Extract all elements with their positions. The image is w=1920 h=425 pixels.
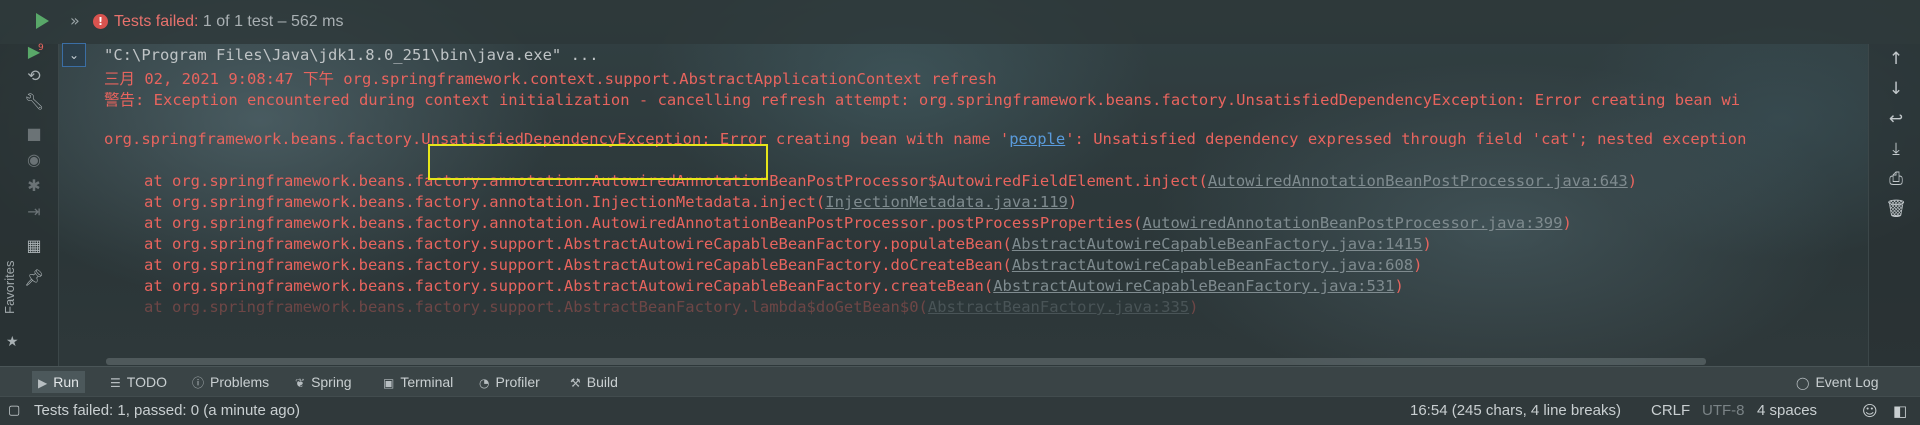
indent-setting[interactable]: 4 spaces xyxy=(1757,402,1817,419)
scroll-to-end-icon[interactable]: ⤓ xyxy=(1885,138,1907,160)
rerun-badge: 9 xyxy=(38,43,44,53)
play-icon: ▶ xyxy=(38,376,48,390)
test-status-detail: 1 of 1 test – 562 ms xyxy=(198,13,344,30)
console-line: 警告: Exception encountered during context… xyxy=(104,91,1741,109)
stack-frame: at org.springframework.beans.factory.ann… xyxy=(144,172,1637,190)
console-output[interactable]: "C:\Program Files\Java\jdk1.8.0_251\bin\… xyxy=(86,44,1868,366)
layout-icon[interactable]: ▦ xyxy=(24,236,44,256)
info-icon: ⓘ xyxy=(192,376,205,390)
tab-spring[interactable]: ❦ Spring xyxy=(289,371,358,393)
stack-frame: at org.springframework.beans.factory.ann… xyxy=(144,193,1077,211)
tab-todo-label: TODO xyxy=(126,374,167,390)
stack-frame-link[interactable]: AbstractAutowireCapableBeanFactory.java:… xyxy=(1012,235,1423,253)
stack-frame-close: ) xyxy=(1413,256,1423,274)
exception-line: org.springframework.beans.factory.Unsati… xyxy=(104,130,1746,148)
caret-position[interactable]: 16:54 (245 chars, 4 line breaks) xyxy=(1410,402,1621,419)
event-log-label: Event Log xyxy=(1815,374,1879,390)
test-status-strong: Tests failed: xyxy=(114,13,199,30)
tab-problems[interactable]: ⓘ Problems xyxy=(186,371,275,393)
stack-frame-link[interactable]: AutowiredAnnotationBeanPostProcessor.jav… xyxy=(1208,172,1628,190)
pin-icon[interactable]: 📌︎ xyxy=(24,268,44,288)
stack-frame: at org.springframework.beans.factory.sup… xyxy=(144,256,1422,274)
terminal-icon: ▣ xyxy=(383,376,395,390)
bean-link[interactable]: people xyxy=(1009,130,1065,148)
rerun-play-icon[interactable] xyxy=(36,13,49,29)
speech-bubble-icon: ◯ xyxy=(1796,376,1810,390)
tab-run[interactable]: ▶ Run xyxy=(32,371,85,393)
stack-frame-close: ) xyxy=(1394,277,1404,295)
stack-frame-link[interactable]: AbstractBeanFactory.java:335 xyxy=(928,298,1189,316)
line-separator[interactable]: CRLF xyxy=(1651,402,1690,419)
stack-frame: at org.springframework.beans.factory.sup… xyxy=(144,277,1404,295)
list-icon: ☰ xyxy=(110,376,121,390)
print-icon[interactable]: ⎙ xyxy=(1885,168,1907,190)
console-right-toolbar: ↑ ↓ ↩ ⤓ ⎙ 🗑︎ xyxy=(1868,44,1920,366)
memory-indicator-icon[interactable]: ◧ xyxy=(1893,402,1907,420)
console-line: 三月 02, 2021 9:08:47 下午 org.springframewo… xyxy=(104,70,997,88)
stack-frame-text: at org.springframework.beans.factory.sup… xyxy=(144,298,928,316)
stack-frame-text: at org.springframework.beans.factory.ann… xyxy=(144,193,826,211)
profiler-icon: ◔ xyxy=(479,376,490,390)
tab-terminal[interactable]: ▣ Terminal xyxy=(377,371,459,393)
chevron-down-icon[interactable]: ⌄ xyxy=(62,43,86,67)
stack-frame-link[interactable]: InjectionMetadata.java:119 xyxy=(825,193,1068,211)
inspector-icon[interactable]: ☺ xyxy=(1862,402,1878,420)
console-line: "C:\Program Files\Java\jdk1.8.0_251\bin\… xyxy=(104,46,599,64)
stack-frame-link[interactable]: AbstractAutowireCapableBeanFactory.java:… xyxy=(993,277,1394,295)
soft-wrap-icon[interactable]: ↩ xyxy=(1885,108,1907,130)
tab-profiler[interactable]: ◔ Profiler xyxy=(473,371,546,393)
stack-frame-text: at org.springframework.beans.factory.sup… xyxy=(144,235,1012,253)
stack-frame: at org.springframework.beans.factory.sup… xyxy=(144,235,1432,253)
bug-icon[interactable]: ✱ xyxy=(24,176,44,196)
stack-frame-text: at org.springframework.beans.factory.sup… xyxy=(144,256,1012,274)
tab-profiler-label: Profiler xyxy=(495,374,540,390)
tab-terminal-label: Terminal xyxy=(400,374,454,390)
test-failed-icon: ! xyxy=(93,14,108,29)
favorites-label[interactable]: Favorites xyxy=(2,261,17,314)
star-icon[interactable]: ★ xyxy=(6,334,19,350)
event-log-button[interactable]: ◯ Event Log xyxy=(1790,371,1885,393)
rerun-failed-icon[interactable]: ▶ 9 xyxy=(24,42,44,62)
leaf-icon: ❦ xyxy=(295,376,306,390)
status-bar: ▢ Tests failed: 1, passed: 0 (a minute a… xyxy=(0,396,1920,425)
arrow-up-icon[interactable]: ↑ xyxy=(1885,48,1907,70)
status-message[interactable]: Tests failed: 1, passed: 0 (a minute ago… xyxy=(34,402,300,419)
stack-frame-close: ) xyxy=(1422,235,1432,253)
stack-frame: at org.springframework.beans.factory.ann… xyxy=(144,214,1572,232)
tool-window-tabs: ▶ Run ☰ TODO ⓘ Problems ❦ Spring ▣ Terminal ◔… xyxy=(0,366,1920,397)
hammer-icon: ⚒ xyxy=(570,376,581,390)
wrench-icon[interactable]: 🔧︎ xyxy=(24,92,44,112)
tab-todo[interactable]: ☰ TODO xyxy=(104,371,173,393)
test-status: Tests failed: 1 of 1 test – 562 ms xyxy=(114,13,343,31)
stack-frame-close: ) xyxy=(1189,298,1199,316)
stack-frame: at org.springframework.beans.factory.sup… xyxy=(144,298,1199,316)
double-chevron-icon[interactable]: » xyxy=(70,11,80,30)
tab-build-label: Build xyxy=(586,374,618,390)
trash-icon[interactable]: 🗑︎ xyxy=(1885,198,1907,220)
stack-frame-text: at org.springframework.beans.factory.sup… xyxy=(144,277,994,295)
stack-frame-link[interactable]: AbstractAutowireCapableBeanFactory.java:… xyxy=(1012,256,1413,274)
tab-run-label: Run xyxy=(53,374,79,390)
exception-suffix: ': Unsatisfied dependency expressed thro… xyxy=(1065,130,1747,148)
stack-frame-close: ) xyxy=(1627,172,1638,190)
stack-frame-text: at org.springframework.beans.factory.ann… xyxy=(144,214,1143,232)
exception-prefix: org.springframework.beans.factory. xyxy=(104,130,422,148)
stack-frame-close: ) xyxy=(1067,193,1078,211)
tab-build[interactable]: ⚒ Build xyxy=(564,371,624,393)
stop-icon[interactable]: ■ xyxy=(24,124,44,144)
annotation-highlight-box xyxy=(428,144,768,180)
favorites-strip[interactable]: Favorites ★ xyxy=(0,44,26,366)
camera-icon[interactable]: ◉ xyxy=(24,150,44,170)
stack-frame-link[interactable]: AutowiredAnnotationBeanPostProcessor.jav… xyxy=(1143,214,1563,232)
tab-spring-label: Spring xyxy=(311,374,352,390)
exit-icon[interactable]: ⇥ xyxy=(24,202,44,222)
horizontal-scrollbar[interactable] xyxy=(106,358,1706,365)
toggle-auto-test-icon[interactable]: ⟲ xyxy=(24,66,44,86)
tab-problems-label: Problems xyxy=(210,374,270,390)
arrow-down-icon[interactable]: ↓ xyxy=(1885,78,1907,100)
file-encoding[interactable]: UTF-8 xyxy=(1702,402,1745,419)
stack-frame-close: ) xyxy=(1562,214,1572,232)
window-toggle-icon[interactable]: ▢ xyxy=(8,403,20,418)
